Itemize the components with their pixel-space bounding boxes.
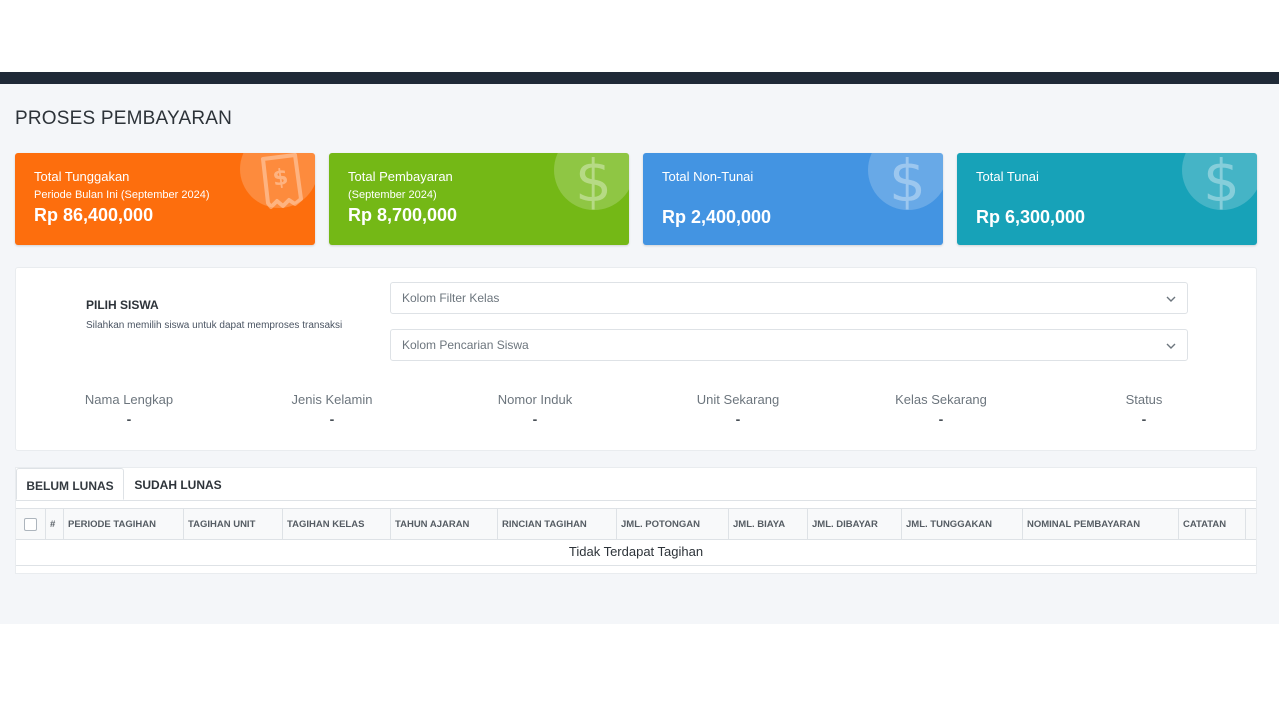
card-total-tunai: $ Total Tunai Rp 6,300,000 [957, 153, 1257, 245]
column-header-jml-potongan[interactable]: JML. POTONGAN [617, 509, 729, 539]
card-title: Total Non-Tunai [662, 169, 754, 184]
main-content: PROSES PEMBAYARAN $ Total Tunggakan Peri… [0, 84, 1279, 624]
page-title: PROSES PEMBAYARAN [15, 108, 233, 129]
info-nomor-induk: Nomor Induk - [455, 392, 615, 427]
card-subtitle: (September 2024) [348, 189, 437, 201]
card-subtitle: Periode Bulan Ini (September 2024) [34, 189, 210, 201]
column-header-tagihan-kelas[interactable]: TAGIHAN KELAS [283, 509, 391, 539]
student-search-placeholder: Kolom Pencarian Siswa [402, 338, 529, 352]
card-amount: Rp 6,300,000 [976, 207, 1086, 227]
card-amount: Rp 86,400,000 [34, 205, 154, 225]
card-total-non-tunai: $ Total Non-Tunai Rp 2,400,000 [643, 153, 943, 245]
chevron-down-icon [1166, 343, 1176, 349]
column-header-select [16, 509, 46, 539]
info-label: Jenis Kelamin [291, 392, 373, 407]
column-header-jml-biaya[interactable]: JML. BIAYA [729, 509, 808, 539]
card-amount: Rp 2,400,000 [662, 207, 772, 227]
column-header-jml-dibayar[interactable]: JML. DIBAYAR [808, 509, 902, 539]
student-select-panel: PILIH SISWA Silahkan memilih siswa untuk… [15, 267, 1257, 451]
info-label: Status [1125, 392, 1163, 407]
column-header-tahun-ajaran[interactable]: TAHUN AJARAN [391, 509, 498, 539]
info-value: - [532, 411, 538, 427]
info-value: - [329, 411, 335, 427]
student-section-title: PILIH SISWA [86, 298, 159, 312]
svg-text:$: $ [575, 153, 612, 215]
column-header-periode-tagihan[interactable]: PERIODE TAGIHAN [64, 509, 184, 539]
column-header-jml-tunggakan[interactable]: JML. TUNGGAKAN [902, 509, 1023, 539]
dollar-icon: $ [1203, 153, 1240, 215]
chevron-down-icon [1166, 296, 1176, 302]
svg-text:$: $ [1203, 153, 1240, 215]
bills-table-header: # PERIODE TAGIHAN TAGIHAN UNIT TAGIHAN K… [16, 508, 1256, 540]
class-filter-select[interactable]: Kolom Filter Kelas [390, 282, 1188, 314]
student-search-select[interactable]: Kolom Pencarian Siswa [390, 329, 1188, 361]
info-label: Nama Lengkap [84, 392, 174, 407]
column-header-tagihan-unit[interactable]: TAGIHAN UNIT [184, 509, 283, 539]
empty-table-message: Tidak Terdapat Tagihan [16, 540, 1256, 566]
dollar-icon: $ [575, 153, 612, 215]
info-value: - [126, 411, 132, 427]
info-value: - [1141, 411, 1147, 427]
tab-sudah-lunas[interactable]: SUDAH LUNAS [124, 468, 232, 500]
info-kelas-sekarang: Kelas Sekarang - [861, 392, 1021, 427]
tab-belum-lunas[interactable]: BELUM LUNAS [16, 468, 124, 500]
card-title: Total Tunggakan [34, 169, 130, 184]
svg-text:$: $ [889, 153, 926, 215]
class-filter-placeholder: Kolom Filter Kelas [402, 291, 500, 305]
card-total-pembayaran: $ Total Pembayaran (September 2024) Rp 8… [329, 153, 629, 245]
student-section-description: Silahkan memilih siswa untuk dapat mempr… [86, 320, 343, 331]
info-status: Status - [1064, 392, 1224, 427]
column-header-nominal-pembayaran[interactable]: NOMINAL PEMBAYARAN [1023, 509, 1179, 539]
info-value: - [938, 411, 944, 427]
column-header-rincian-tagihan[interactable]: RINCIAN TAGIHAN [498, 509, 617, 539]
bills-panel: BELUM LUNAS SUDAH LUNAS # PERIODE TAGIHA… [15, 467, 1257, 574]
info-jenis-kelamin: Jenis Kelamin - [252, 392, 412, 427]
info-nama-lengkap: Nama Lengkap - [49, 392, 209, 427]
tab-divider [16, 500, 1256, 501]
info-value: - [735, 411, 741, 427]
top-navbar [0, 72, 1279, 84]
info-label: Kelas Sekarang [895, 392, 987, 407]
card-total-tunggakan: $ Total Tunggakan Periode Bulan Ini (Sep… [15, 153, 315, 245]
card-amount: Rp 8,700,000 [348, 205, 458, 225]
select-all-checkbox[interactable] [24, 518, 37, 531]
info-unit-sekarang: Unit Sekarang - [658, 392, 818, 427]
column-header-catatan[interactable]: CATATAN [1179, 509, 1246, 539]
info-label: Nomor Induk [497, 392, 573, 407]
card-title: Total Pembayaran [348, 169, 453, 184]
receipt-dollar-icon: $ [261, 153, 303, 209]
info-label: Unit Sekarang [696, 392, 780, 407]
column-header-number[interactable]: # [46, 509, 64, 539]
card-title: Total Tunai [976, 169, 1039, 184]
svg-text:$: $ [271, 165, 290, 192]
dollar-icon: $ [889, 153, 926, 215]
summary-cards: $ Total Tunggakan Periode Bulan Ini (Sep… [15, 153, 1257, 246]
